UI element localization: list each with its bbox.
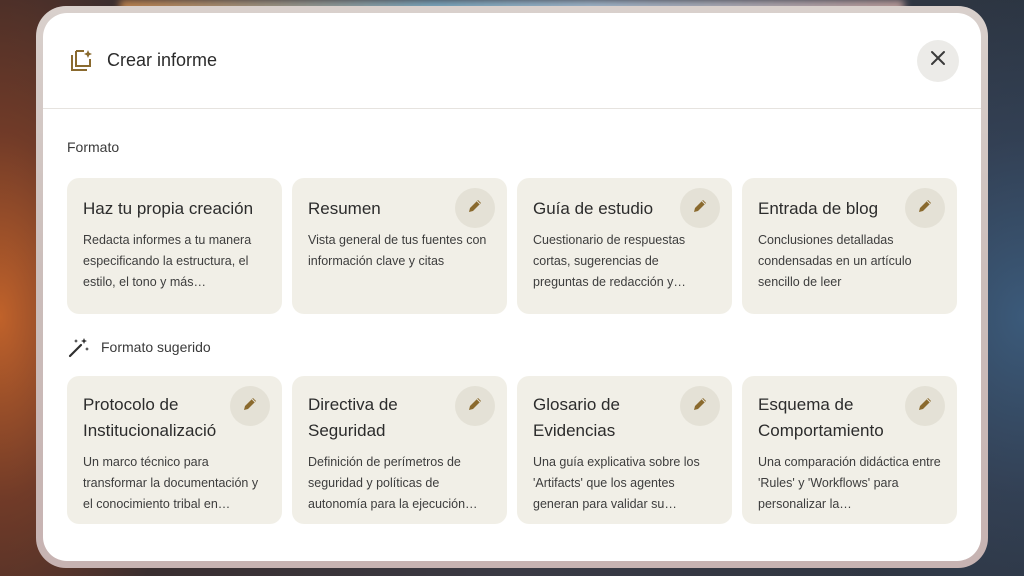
create-report-dialog: Crear informe Formato Haz tu propia crea… [43,13,981,561]
suggested-card-directiva[interactable]: Directiva de Seguridad Definición de per… [292,376,507,524]
suggested-card-grid: Protocolo de Institucionalizació Un marc… [67,376,957,524]
format-card-custom[interactable]: Haz tu propia creación Redacta informes … [67,178,282,314]
close-icon [930,50,946,71]
pencil-icon [691,197,709,220]
pencil-icon [916,395,934,418]
dialog-title: Crear informe [107,50,218,70]
section-label-formato: Formato [67,139,120,155]
card-description: Vista general de tus fuentes con informa… [308,233,487,268]
format-card-resumen[interactable]: Resumen Vista general de tus fuentes con… [292,178,507,314]
format-card-blog[interactable]: Entrada de blog Conclusiones detalladas … [742,178,957,314]
card-description: Cuestionario de respuestas cortas, suger… [533,233,686,289]
card-description: Una comparación didáctica entre 'Rules' … [758,455,941,511]
format-card-guia[interactable]: Guía de estudio Cuestionario de respuest… [517,178,732,314]
dialog-frame: Crear informe Formato Haz tu propia crea… [36,6,988,568]
edit-button[interactable] [455,188,495,228]
section-label-text: Formato sugerido [101,339,211,355]
pencil-icon [466,197,484,220]
pencil-icon [466,395,484,418]
close-button[interactable] [917,39,959,82]
edit-button[interactable] [905,188,945,228]
suggested-card-glosario[interactable]: Glosario de Evidencias Una guía explicat… [517,376,732,524]
edit-button[interactable] [680,188,720,228]
card-description: Conclusiones detalladas condensadas en u… [758,233,912,289]
card-description: Redacta informes a tu manera especifican… [83,233,252,289]
suggested-card-protocolo[interactable]: Protocolo de Institucionalizació Un marc… [67,376,282,524]
pencil-icon [916,197,934,220]
card-description: Definición de perímetros de seguridad y … [308,455,478,511]
format-card-grid: Haz tu propia creación Redacta informes … [67,178,957,314]
pencil-icon [241,395,259,418]
card-description: Un marco técnico para transformar la doc… [83,455,259,511]
suggested-card-esquema[interactable]: Esquema de Comportamiento Una comparació… [742,376,957,524]
edit-button[interactable] [680,386,720,426]
dialog-header: Crear informe [43,13,981,109]
edit-button[interactable] [230,386,270,426]
section-label-sugerido: Formato sugerido [67,335,211,359]
card-title: Haz tu propia creación [83,199,254,218]
pencil-icon [691,395,709,418]
magic-wand-icon [67,335,91,359]
edit-button[interactable] [905,386,945,426]
card-description: Una guía explicativa sobre los 'Artifact… [533,455,700,511]
create-report-icon [67,47,95,75]
edit-button[interactable] [455,386,495,426]
